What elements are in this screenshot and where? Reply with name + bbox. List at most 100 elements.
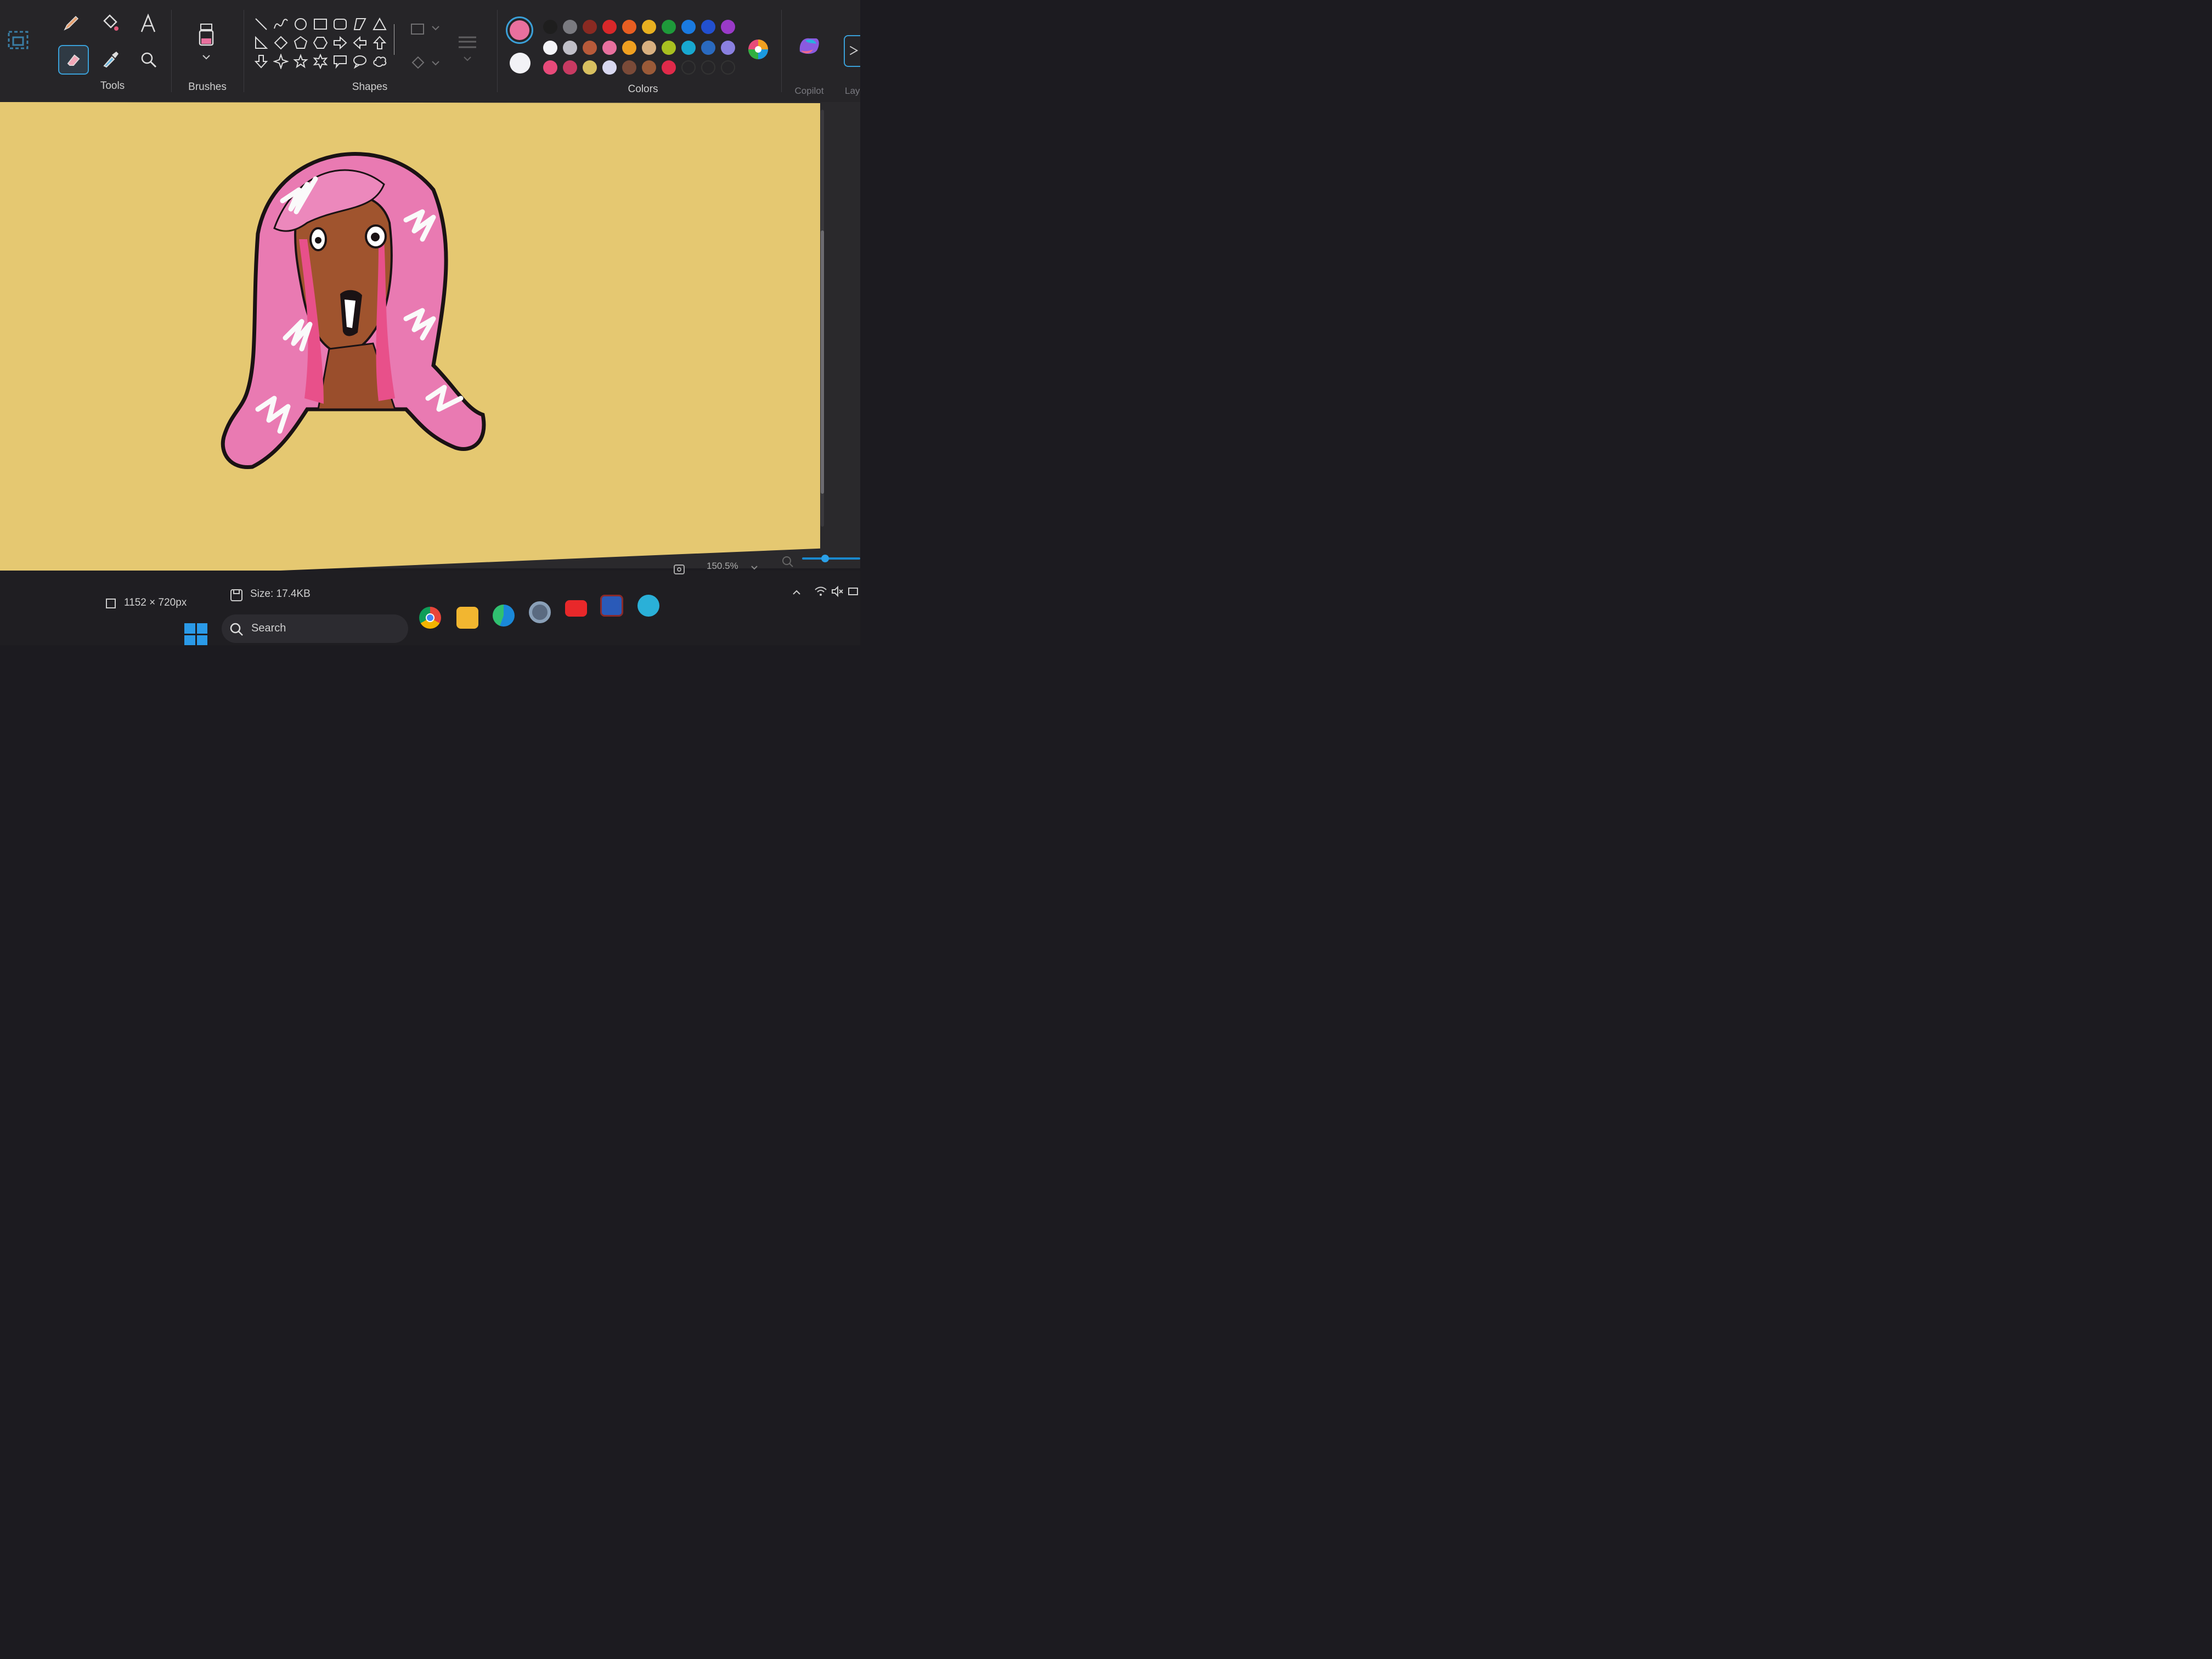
right-triangle-shape-icon[interactable] [253, 35, 269, 50]
color-swatch[interactable] [563, 20, 577, 34]
oval-shape-icon[interactable] [293, 16, 308, 32]
color-swatch[interactable] [701, 41, 715, 55]
zoom-slider-thumb[interactable] [821, 555, 829, 562]
color-swatch[interactable] [583, 20, 597, 34]
taskbar-search-box[interactable]: Search [222, 614, 408, 643]
pencil-icon[interactable] [61, 13, 81, 33]
color-swatch[interactable] [642, 41, 656, 55]
color-swatch[interactable] [642, 60, 656, 75]
rectangular-callout-shape-icon[interactable] [332, 54, 348, 69]
canvas-size-icon [104, 597, 117, 610]
brush-icon[interactable] [195, 22, 217, 49]
copilot-icon[interactable] [797, 35, 821, 57]
secondary-color-swatch[interactable] [510, 53, 531, 74]
color-swatch[interactable] [622, 41, 636, 55]
text-icon[interactable] [138, 13, 158, 34]
youtube-icon[interactable] [565, 600, 587, 617]
curve-shape-icon[interactable] [273, 16, 289, 32]
color-swatch[interactable] [622, 20, 636, 34]
volume-muted-icon[interactable] [831, 585, 844, 598]
color-swatch[interactable] [662, 60, 676, 75]
color-picker-icon[interactable] [101, 49, 121, 69]
color-swatch[interactable] [543, 60, 557, 75]
eraser-icon[interactable] [58, 45, 89, 75]
rounded-rectangle-shape-icon[interactable] [332, 16, 348, 32]
color-swatch[interactable] [662, 41, 676, 55]
zoom-chevron-down-icon[interactable] [749, 563, 759, 573]
color-swatch[interactable] [602, 20, 617, 34]
color-swatch[interactable] [662, 20, 676, 34]
edit-colors-icon[interactable] [746, 37, 770, 61]
word-icon[interactable] [600, 595, 623, 617]
color-swatch[interactable] [622, 60, 636, 75]
globe-app-icon[interactable] [637, 595, 659, 617]
colors-group-label: Colors [628, 83, 658, 95]
layers-group-label: Lay [845, 86, 860, 96]
rectangle-shape-icon[interactable] [313, 16, 328, 32]
selection-icon[interactable] [7, 29, 31, 53]
right-arrow-shape-icon[interactable] [332, 35, 348, 50]
shape-outline-icon[interactable] [409, 21, 441, 36]
down-arrow-shape-icon[interactable] [253, 54, 269, 69]
six-point-star-shape-icon[interactable] [313, 53, 328, 70]
zoom-out-icon[interactable] [781, 555, 794, 568]
color-swatch[interactable] [602, 60, 617, 75]
triangle-shape-icon[interactable] [372, 16, 387, 32]
hexagon-shape-icon[interactable] [313, 35, 328, 50]
polygon-shape-icon[interactable] [352, 16, 368, 32]
empty-color-swatch[interactable] [701, 60, 715, 75]
wifi-icon[interactable] [814, 585, 827, 598]
canvas-dimensions: 1152 × 720px [124, 597, 187, 608]
color-swatch[interactable] [602, 41, 617, 55]
color-swatch[interactable] [681, 20, 696, 34]
color-swatch[interactable] [543, 20, 557, 34]
color-swatch[interactable] [701, 20, 715, 34]
windows-logo-pane [196, 635, 207, 645]
chevron-up-icon[interactable] [791, 587, 802, 598]
color-swatch[interactable] [563, 41, 577, 55]
drawing-artwork [221, 152, 486, 470]
up-arrow-shape-icon[interactable] [372, 35, 387, 50]
magnifier-icon[interactable] [139, 50, 158, 69]
left-arrow-shape-icon[interactable] [352, 35, 368, 50]
drawing-canvas[interactable] [0, 102, 820, 582]
color-swatch[interactable] [563, 60, 577, 75]
fill-bucket-icon[interactable] [100, 13, 121, 33]
four-point-star-shape-icon[interactable] [272, 53, 290, 70]
five-point-star-shape-icon[interactable] [293, 54, 308, 69]
color-swatch[interactable] [583, 60, 597, 75]
ribbon-separator [781, 10, 782, 92]
file-explorer-icon[interactable] [456, 607, 478, 629]
file-size: Size: 17.4KB [250, 588, 311, 600]
fit-to-window-icon[interactable] [673, 563, 686, 576]
empty-color-swatch[interactable] [721, 60, 735, 75]
stroke-size-icon[interactable] [455, 33, 479, 66]
chrome-icon[interactable] [419, 607, 441, 629]
color-swatch[interactable] [681, 41, 696, 55]
cloud-callout-shape-icon[interactable] [372, 54, 387, 69]
zoom-slider[interactable] [802, 557, 860, 560]
copilot-group-label: Copilot [794, 86, 824, 96]
vertical-scrollbar-thumb[interactable] [821, 230, 824, 494]
ribbon-separator [171, 10, 172, 92]
edge-icon[interactable] [493, 605, 515, 627]
settings-icon[interactable] [529, 601, 551, 623]
ribbon-toolbar: Tools Brushes Shapes Colors Copilot Lay [0, 0, 860, 102]
start-button[interactable] [184, 623, 207, 645]
primary-color-swatch[interactable] [506, 16, 533, 44]
color-swatch[interactable] [721, 41, 735, 55]
pentagon-shape-icon[interactable] [293, 35, 308, 50]
color-swatch[interactable] [642, 20, 656, 34]
diamond-shape-icon[interactable] [273, 35, 289, 50]
zoom-level[interactable]: 150.5% [707, 561, 738, 572]
color-swatch[interactable] [721, 20, 735, 34]
battery-icon[interactable] [847, 585, 860, 598]
shape-fill-icon[interactable] [409, 55, 441, 71]
empty-color-swatch[interactable] [681, 60, 696, 75]
color-swatch[interactable] [543, 41, 557, 55]
oval-callout-shape-icon[interactable] [352, 54, 368, 69]
line-shape-icon[interactable] [253, 16, 269, 32]
layers-icon[interactable] [844, 35, 860, 67]
color-swatch[interactable] [583, 41, 597, 55]
chevron-down-icon[interactable] [201, 52, 212, 63]
